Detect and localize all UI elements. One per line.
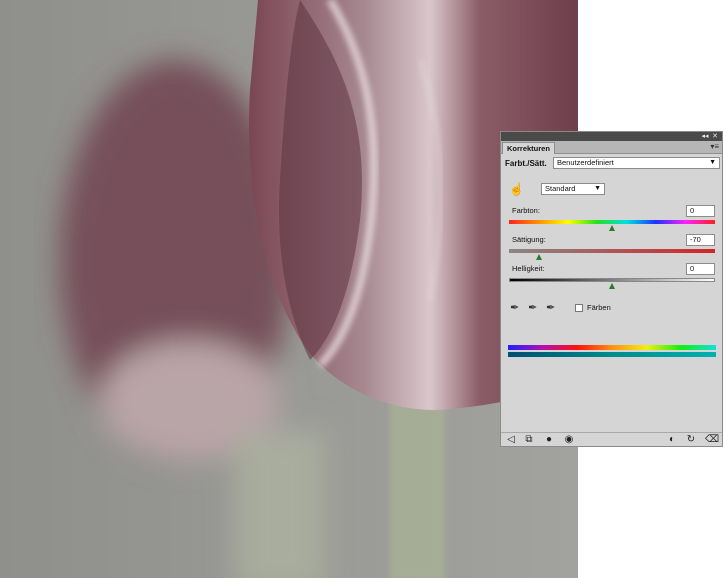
saturation-slider-thumb[interactable] [536, 254, 543, 260]
visibility-icon[interactable]: ◉ [563, 434, 575, 446]
saturation-input[interactable]: -70 [686, 234, 715, 246]
hue-slider-thumb[interactable] [608, 225, 615, 231]
view-previous-icon[interactable]: ◐ [666, 434, 678, 446]
eyedropper-icon[interactable]: ✒ [510, 302, 522, 314]
saturation-label: Sättigung: [512, 235, 546, 244]
lightness-input[interactable]: 0 [686, 263, 715, 275]
reset-icon[interactable]: ↻ [685, 434, 697, 446]
hand-icon[interactable]: ☝ [509, 182, 524, 196]
photo-canvas[interactable] [0, 0, 578, 578]
clip-layer-icon[interactable]: ⧉ [523, 434, 535, 446]
adjustment-title: Farbt./Sätt. [505, 159, 547, 168]
panel-menu-icon[interactable]: ▾≡ [710, 142, 719, 152]
adjustments-panel: ◂◂ ✕ Korrekturen ▾≡ Farbt./Sätt. Benutze… [500, 131, 723, 447]
lightness-label: Helligkeit: [512, 264, 545, 273]
hue-slider[interactable] [509, 220, 715, 224]
lightness-slider-thumb[interactable] [608, 283, 615, 289]
mask-icon[interactable]: ● [543, 434, 555, 446]
chevron-down-icon: ▼ [709, 159, 716, 166]
input-color-bar [508, 345, 716, 350]
saturation-slider[interactable] [509, 249, 715, 253]
panel-footer: ◁ ⧉ ● ◉ ◐ ↻ ⌫ [501, 432, 722, 446]
preset-dropdown[interactable]: Benutzerdefiniert ▼ [553, 157, 720, 169]
panel-tab-row: Korrekturen ▾≡ [501, 141, 722, 154]
range-value: Standard [545, 184, 576, 193]
preset-value: Benutzerdefiniert [557, 158, 614, 167]
output-color-bar[interactable] [508, 352, 716, 357]
chevron-down-icon: ▼ [594, 185, 601, 192]
close-icon[interactable]: ✕ [710, 132, 720, 141]
eyedropper-plus-icon[interactable]: ✒ [528, 302, 540, 314]
range-dropdown[interactable]: Standard ▼ [541, 183, 605, 195]
colorize-checkbox[interactable] [575, 304, 583, 312]
tulip-photo [0, 0, 578, 578]
delete-icon[interactable]: ⌫ [705, 434, 719, 446]
hue-label: Farbton: [512, 206, 540, 215]
tab-korrekturen[interactable]: Korrekturen [502, 142, 555, 154]
colorize-label: Färben [587, 303, 611, 312]
lightness-slider[interactable] [509, 278, 715, 282]
hue-input[interactable]: 0 [686, 205, 715, 217]
return-icon[interactable]: ◁ [505, 434, 517, 446]
collapse-icon[interactable]: ◂◂ [700, 132, 710, 141]
eyedropper-minus-icon[interactable]: ✒ [546, 302, 558, 314]
panel-titlebar: ◂◂ ✕ [501, 132, 722, 141]
